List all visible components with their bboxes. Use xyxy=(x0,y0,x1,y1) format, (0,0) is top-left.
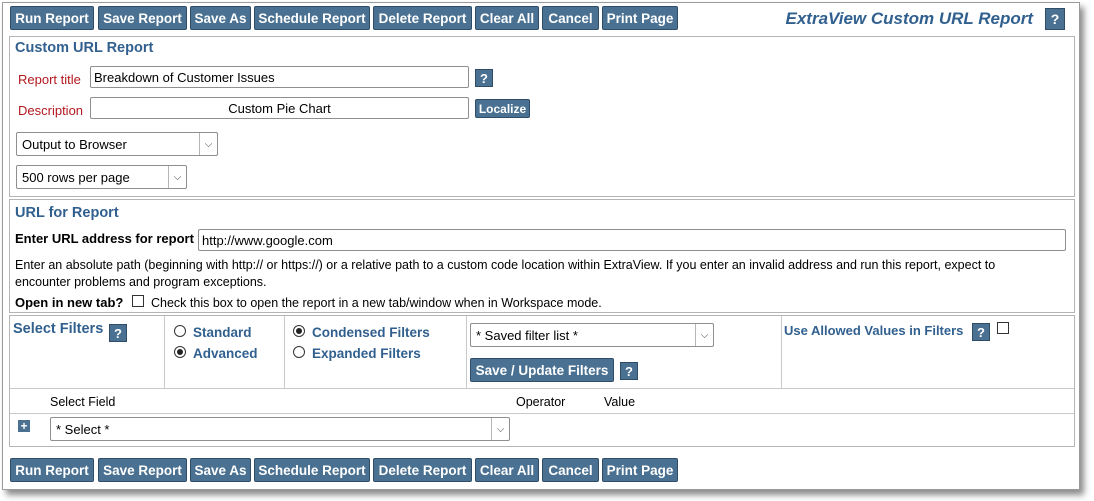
save-as-button[interactable]: Save As xyxy=(190,6,251,30)
report-window: Run Report Save Report Save As Schedule … xyxy=(2,2,1080,490)
add-filter-icon[interactable]: + xyxy=(18,420,30,432)
custom-url-panel: Custom URL Report Report title Breakdown… xyxy=(9,36,1075,197)
description-field[interactable]: Custom Pie Chart xyxy=(90,97,469,119)
page-title: ExtraView Custom URL Report xyxy=(785,9,1034,28)
print-page-button[interactable]: Print Page xyxy=(602,458,678,482)
run-report-button[interactable]: Run Report xyxy=(10,6,94,30)
chevron-down-icon: ⌵ xyxy=(168,166,186,188)
run-report-button[interactable]: Run Report xyxy=(10,458,94,482)
output-select[interactable]: Output to Browser ⌵ xyxy=(16,132,218,156)
saved-filter-select[interactable]: * Saved filter list * ⌵ xyxy=(470,323,714,347)
print-page-button[interactable]: Print Page xyxy=(602,6,678,30)
filter-field-select[interactable]: * Select * ⌵ xyxy=(50,417,510,441)
url-field[interactable]: http://www.google.com xyxy=(198,229,1066,251)
help-icon[interactable]: ? xyxy=(620,362,638,380)
value-column-header: Value xyxy=(604,395,636,409)
url-info-text-2: encounter problems and program exception… xyxy=(15,275,267,289)
filters-header-divider xyxy=(10,388,1074,389)
filter-field-value: * Select * xyxy=(56,422,110,437)
help-icon[interactable]: ? xyxy=(109,324,127,342)
custom-url-section-title: Custom URL Report xyxy=(15,40,154,56)
description-label: Description xyxy=(18,103,84,118)
condensed-filters-label: Condensed Filters xyxy=(312,325,430,340)
expanded-filters-label: Expanded Filters xyxy=(312,346,421,361)
schedule-report-button[interactable]: Schedule Report xyxy=(254,458,370,482)
advanced-radio[interactable] xyxy=(174,346,186,358)
filters-section-title: Select Filters xyxy=(13,321,104,337)
new-tab-description: Check this box to open the report in a n… xyxy=(151,296,602,310)
report-title-field[interactable]: Breakdown of Customer Issues xyxy=(90,66,469,88)
cancel-button[interactable]: Cancel xyxy=(542,458,599,482)
report-title-label: Report title xyxy=(18,72,81,87)
chevron-down-icon: ⌵ xyxy=(695,324,713,346)
select-field-column-header: Select Field xyxy=(50,395,116,409)
filters-panel: Select Filters ? Standard Advanced Conde… xyxy=(9,315,1075,447)
help-icon[interactable]: ? xyxy=(1045,8,1065,30)
standard-radio[interactable] xyxy=(174,325,186,337)
url-info-text: Enter an absolute path (beginning with h… xyxy=(15,258,996,272)
help-icon[interactable]: ? xyxy=(475,69,493,87)
output-select-value: Output to Browser xyxy=(22,137,127,152)
expanded-filters-radio[interactable] xyxy=(293,346,305,358)
url-label: Enter URL address for report xyxy=(15,231,194,246)
cancel-button[interactable]: Cancel xyxy=(542,6,599,30)
filters-divider xyxy=(284,316,285,388)
save-update-filters-button[interactable]: Save / Update Filters xyxy=(470,358,614,382)
help-icon[interactable]: ? xyxy=(972,323,990,341)
clear-all-button[interactable]: Clear All xyxy=(475,458,539,482)
new-tab-checkbox[interactable] xyxy=(132,295,144,307)
save-report-button[interactable]: Save Report xyxy=(98,6,187,30)
rows-per-page-select[interactable]: 500 rows per page ⌵ xyxy=(16,165,187,189)
save-as-button[interactable]: Save As xyxy=(190,458,251,482)
advanced-radio-label: Advanced xyxy=(193,346,258,361)
filters-columns-divider xyxy=(10,413,1074,414)
schedule-report-button[interactable]: Schedule Report xyxy=(254,6,370,30)
standard-radio-label: Standard xyxy=(193,325,252,340)
delete-report-button[interactable]: Delete Report xyxy=(373,6,472,30)
rows-select-value: 500 rows per page xyxy=(22,170,130,185)
filters-divider xyxy=(466,316,467,388)
localize-button[interactable]: Localize xyxy=(475,99,530,118)
new-tab-label: Open in new tab? xyxy=(15,295,124,310)
clear-all-button[interactable]: Clear All xyxy=(475,6,539,30)
chevron-down-icon: ⌵ xyxy=(199,133,217,155)
delete-report-button[interactable]: Delete Report xyxy=(373,458,472,482)
saved-filter-value: * Saved filter list * xyxy=(476,328,578,343)
save-report-button[interactable]: Save Report xyxy=(98,458,187,482)
condensed-filters-radio[interactable] xyxy=(293,325,305,337)
url-section-title: URL for Report xyxy=(15,205,119,221)
allowed-values-label: Use Allowed Values in Filters xyxy=(784,323,964,338)
operator-column-header: Operator xyxy=(516,395,566,409)
chevron-down-icon: ⌵ xyxy=(491,418,509,440)
allowed-values-checkbox[interactable] xyxy=(997,322,1009,334)
url-panel: URL for Report Enter URL address for rep… xyxy=(9,199,1075,313)
filters-divider xyxy=(164,316,165,388)
filters-divider xyxy=(781,316,782,388)
